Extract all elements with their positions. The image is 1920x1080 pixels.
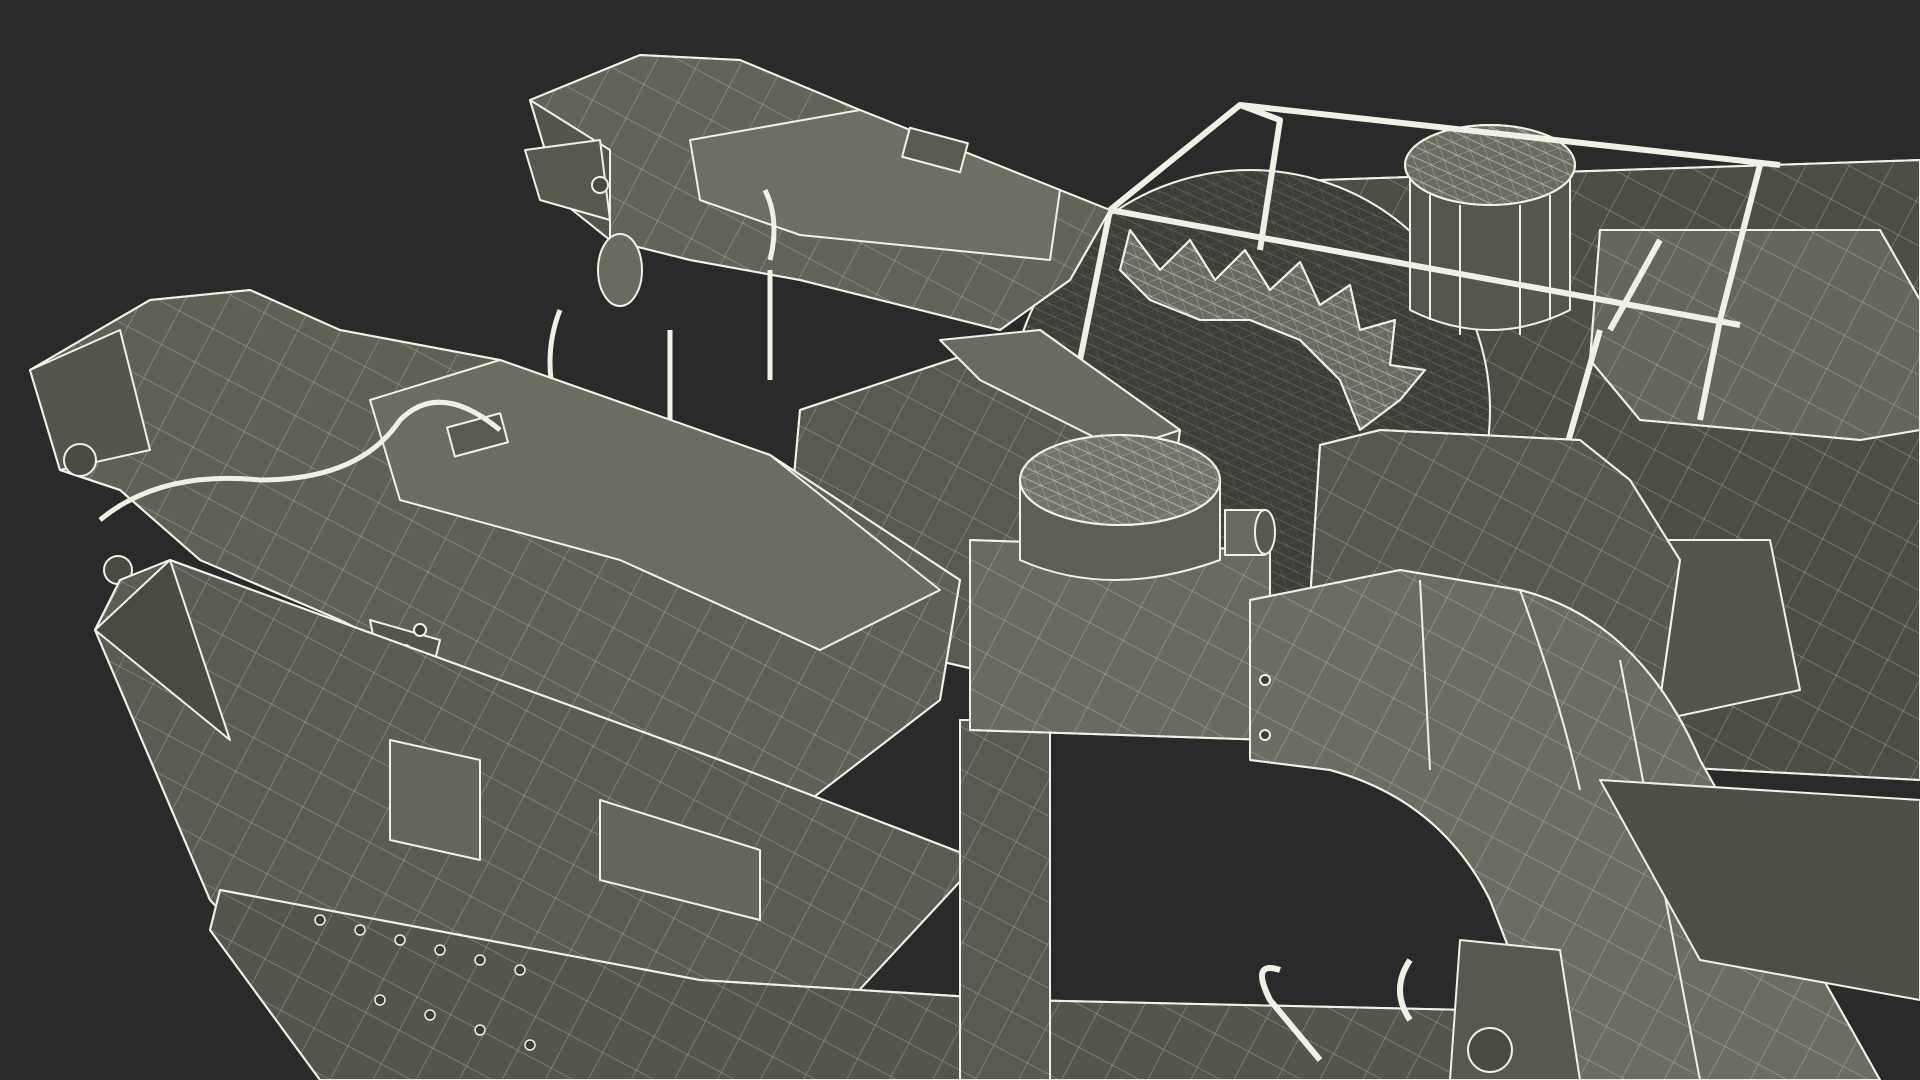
top-cylinder-cap: [1404, 124, 1576, 335]
wireframe-render: [0, 0, 1920, 1080]
render-viewport: [0, 0, 1920, 1080]
support-pillar: [959, 719, 1051, 1080]
canister: [597, 233, 643, 307]
